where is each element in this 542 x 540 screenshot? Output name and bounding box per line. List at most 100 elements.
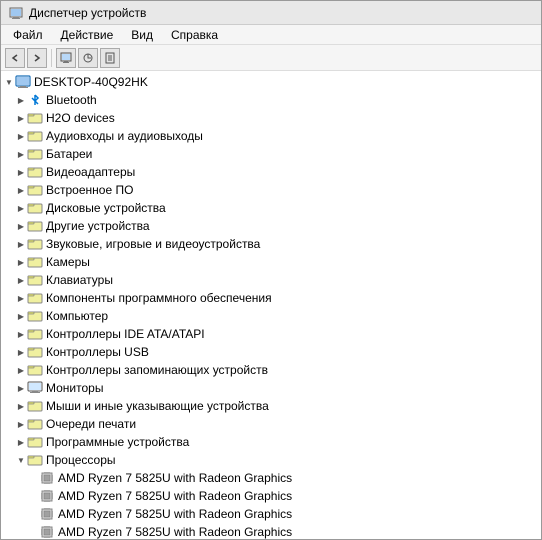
expand-btn-storage[interactable]: ▶ [15,364,27,376]
tree-item-bluetooth[interactable]: ▶ Bluetooth [1,91,541,109]
expand-btn-other[interactable]: ▶ [15,220,27,232]
monitor-icon [27,380,43,396]
item-label-cpu1: AMD Ryzen 7 5825U with Radeon Graphics [58,471,292,485]
root-expand[interactable]: ▼ [3,76,15,88]
expand-btn-battery[interactable]: ▶ [15,148,27,160]
menu-help[interactable]: Справка [163,27,226,42]
tree-item-computer[interactable]: ▶ Компьютер [1,307,541,325]
item-label-h2o: H2O devices [46,111,115,125]
folder-icon [27,218,43,234]
item-label-monitors: Мониторы [46,381,103,395]
tree-item-camera[interactable]: ▶ Камеры [1,253,541,271]
tree-item-cpu[interactable]: ▼ Процессоры [1,451,541,469]
device-manager-window: Диспетчер устройств Файл Действие Вид Сп… [0,0,542,540]
folder-icon [27,344,43,360]
tree-item-embedded[interactable]: ▶ Встроенное ПО [1,181,541,199]
expand-btn-keyboard[interactable]: ▶ [15,274,27,286]
expand-btn-software2[interactable]: ▶ [15,436,27,448]
tree-item-h2o[interactable]: ▶ H2O devices [1,109,541,127]
tree-item-sound[interactable]: ▶ Звуковые, игровые и видеоустройства [1,235,541,253]
expand-btn-mice[interactable]: ▶ [15,400,27,412]
expand-btn-ide[interactable]: ▶ [15,328,27,340]
expand-btn-software[interactable]: ▶ [15,292,27,304]
tree-root[interactable]: ▼ DESKTOP-40Q92HK [1,73,541,91]
scan-button[interactable] [56,48,76,68]
item-label-print: Очереди печати [46,417,136,431]
properties-button[interactable] [100,48,120,68]
back-button[interactable] [5,48,25,68]
device-tree[interactable]: ▼ DESKTOP-40Q92HK ▶ Bluetooth▶ H2O devic… [1,71,541,539]
item-label-cpu: Процессоры [46,453,116,467]
expand-btn-audio[interactable]: ▶ [15,130,27,142]
folder-icon [27,200,43,216]
item-label-usb: Контроллеры USB [46,345,149,359]
menu-file[interactable]: Файл [5,27,51,42]
folder-icon [27,110,43,126]
title-bar: Диспетчер устройств [1,1,541,25]
item-label-battery: Батареи [46,147,92,161]
item-label-disk: Дисковые устройства [46,201,166,215]
menu-action[interactable]: Действие [53,27,122,42]
item-label-audio: Аудиовходы и аудиовыходы [46,129,203,143]
item-label-cpu3: AMD Ryzen 7 5825U with Radeon Graphics [58,507,292,521]
expand-btn-h2o[interactable]: ▶ [15,112,27,124]
tree-item-storage[interactable]: ▶ Контроллеры запоминающих устройств [1,361,541,379]
item-label-mice: Мыши и иные указывающие устройства [46,399,269,413]
tree-item-video[interactable]: ▶ Видеоадаптеры [1,163,541,181]
folder-icon [27,146,43,162]
menu-bar: Файл Действие Вид Справка [1,25,541,45]
tree-item-cpu1[interactable]: AMD Ryzen 7 5825U with Radeon Graphics [1,469,541,487]
expand-btn-embedded[interactable]: ▶ [15,184,27,196]
expand-btn-disk[interactable]: ▶ [15,202,27,214]
expand-btn-bluetooth[interactable]: ▶ [15,94,27,106]
item-label-software: Компоненты программного обеспечения [46,291,272,305]
expand-btn-computer[interactable]: ▶ [15,310,27,322]
folder-icon [27,272,43,288]
tree-item-print[interactable]: ▶ Очереди печати [1,415,541,433]
tree-item-ide[interactable]: ▶ Контроллеры IDE ATA/ATAPI [1,325,541,343]
tree-item-battery[interactable]: ▶ Батареи [1,145,541,163]
menu-view[interactable]: Вид [123,27,161,42]
update-button[interactable] [78,48,98,68]
item-label-video: Видеоадаптеры [46,165,135,179]
expand-btn-monitors[interactable]: ▶ [15,382,27,394]
toolbar-separator-1 [51,49,52,67]
tree-item-usb[interactable]: ▶ Контроллеры USB [1,343,541,361]
cpu-icon [39,524,55,539]
tree-item-keyboard[interactable]: ▶ Клавиатуры [1,271,541,289]
tree-item-software2[interactable]: ▶ Программные устройства [1,433,541,451]
tree-item-cpu2[interactable]: AMD Ryzen 7 5825U with Radeon Graphics [1,487,541,505]
expand-btn-print[interactable]: ▶ [15,418,27,430]
tree-items-container: ▶ Bluetooth▶ H2O devices▶ Аудиовходы и а… [1,91,541,539]
tree-item-audio[interactable]: ▶ Аудиовходы и аудиовыходы [1,127,541,145]
forward-button[interactable] [27,48,47,68]
item-label-keyboard: Клавиатуры [46,273,113,287]
folder-icon [27,434,43,450]
item-label-software2: Программные устройства [46,435,189,449]
item-label-ide: Контроллеры IDE ATA/ATAPI [46,327,205,341]
tree-item-cpu4[interactable]: AMD Ryzen 7 5825U with Radeon Graphics [1,523,541,539]
folder-icon [27,416,43,432]
item-label-storage: Контроллеры запоминающих устройств [46,363,268,377]
tree-item-other[interactable]: ▶ Другие устройства [1,217,541,235]
tree-item-software[interactable]: ▶ Компоненты программного обеспечения [1,289,541,307]
folder-icon [27,182,43,198]
expand-btn-cpu[interactable]: ▼ [15,454,27,466]
tree-item-monitors[interactable]: ▶ Мониторы [1,379,541,397]
expand-btn-usb[interactable]: ▶ [15,346,27,358]
folder-icon [27,362,43,378]
item-label-computer: Компьютер [46,309,108,323]
folder-icon [27,128,43,144]
expand-btn-sound[interactable]: ▶ [15,238,27,250]
expand-btn-camera[interactable]: ▶ [15,256,27,268]
tree-item-disk[interactable]: ▶ Дисковые устройства [1,199,541,217]
bluetooth-icon [27,92,43,108]
folder-icon [27,236,43,252]
expand-btn-video[interactable]: ▶ [15,166,27,178]
cpu-icon [39,488,55,504]
folder-icon [27,326,43,342]
tree-item-cpu3[interactable]: AMD Ryzen 7 5825U with Radeon Graphics [1,505,541,523]
item-label-camera: Камеры [46,255,90,269]
window-icon [9,6,23,20]
tree-item-mice[interactable]: ▶ Мыши и иные указывающие устройства [1,397,541,415]
